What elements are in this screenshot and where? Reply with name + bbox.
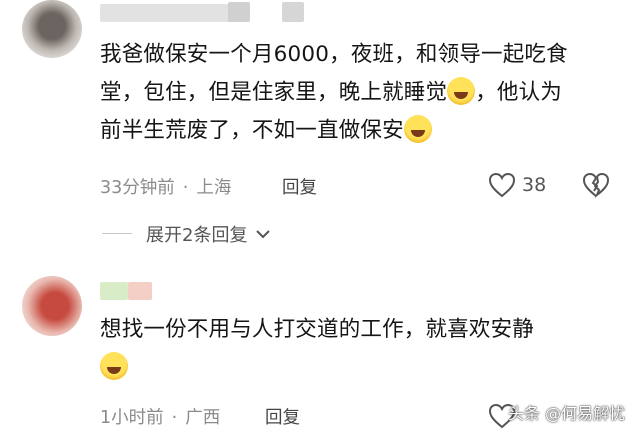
separator: · (182, 178, 189, 198)
reply-button[interactable]: 回复 (265, 404, 300, 429)
avatar[interactable] (22, 276, 82, 336)
comment-meta: 1小时前 · 广西 (100, 404, 220, 429)
divider (102, 233, 132, 234)
timestamp: 1小时前 (100, 408, 164, 428)
expand-replies-button[interactable]: 展开2条回复 (146, 221, 271, 247)
comment-line: 堂，包住，但是住家里，晚上就睡觉 ，他认为 (100, 74, 620, 112)
expand-label: 展开2条回复 (146, 225, 248, 246)
reply-button[interactable]: 回复 (282, 174, 317, 199)
username-blurred[interactable] (100, 282, 128, 300)
timestamp: 33分钟前 (100, 178, 175, 198)
comment-line: 我爸做保安一个月6000，夜班，和领导一起吃食 (100, 42, 568, 67)
laughing-crying-emoji-icon (447, 77, 476, 105)
watermark: 头条 @何易解忧 (508, 404, 626, 423)
separator: · (171, 408, 178, 428)
chevron-down-icon (256, 230, 270, 239)
comment-line: 想找一份不用与人打交道的工作，就喜欢安静 (100, 317, 535, 342)
location: 广西 (185, 408, 221, 428)
comment-text: 我爸做保安一个月6000，夜班，和领导一起吃食 堂，包住，但是住家里，晚上就睡觉… (100, 36, 620, 150)
pleading-face-emoji-icon (403, 115, 432, 143)
comment-line: 前半生荒废了，不如一直做保安 (100, 112, 620, 150)
comment-text: 想找一份不用与人打交道的工作，就喜欢安静 (100, 311, 620, 387)
location: 上海 (196, 178, 232, 198)
dislike-broken-heart-icon[interactable] (582, 172, 610, 198)
like-heart-icon[interactable] (488, 172, 516, 198)
username-blurred (282, 2, 304, 22)
laughing-crying-emoji-icon (100, 352, 128, 380)
like-count: 38 (522, 174, 547, 196)
avatar[interactable] (22, 0, 82, 58)
username-blurred[interactable] (100, 4, 240, 22)
username-blurred (128, 282, 152, 300)
comment-line (100, 349, 620, 387)
username-blurred (228, 2, 250, 22)
comment-meta: 33分钟前 · 上海 (100, 174, 231, 199)
